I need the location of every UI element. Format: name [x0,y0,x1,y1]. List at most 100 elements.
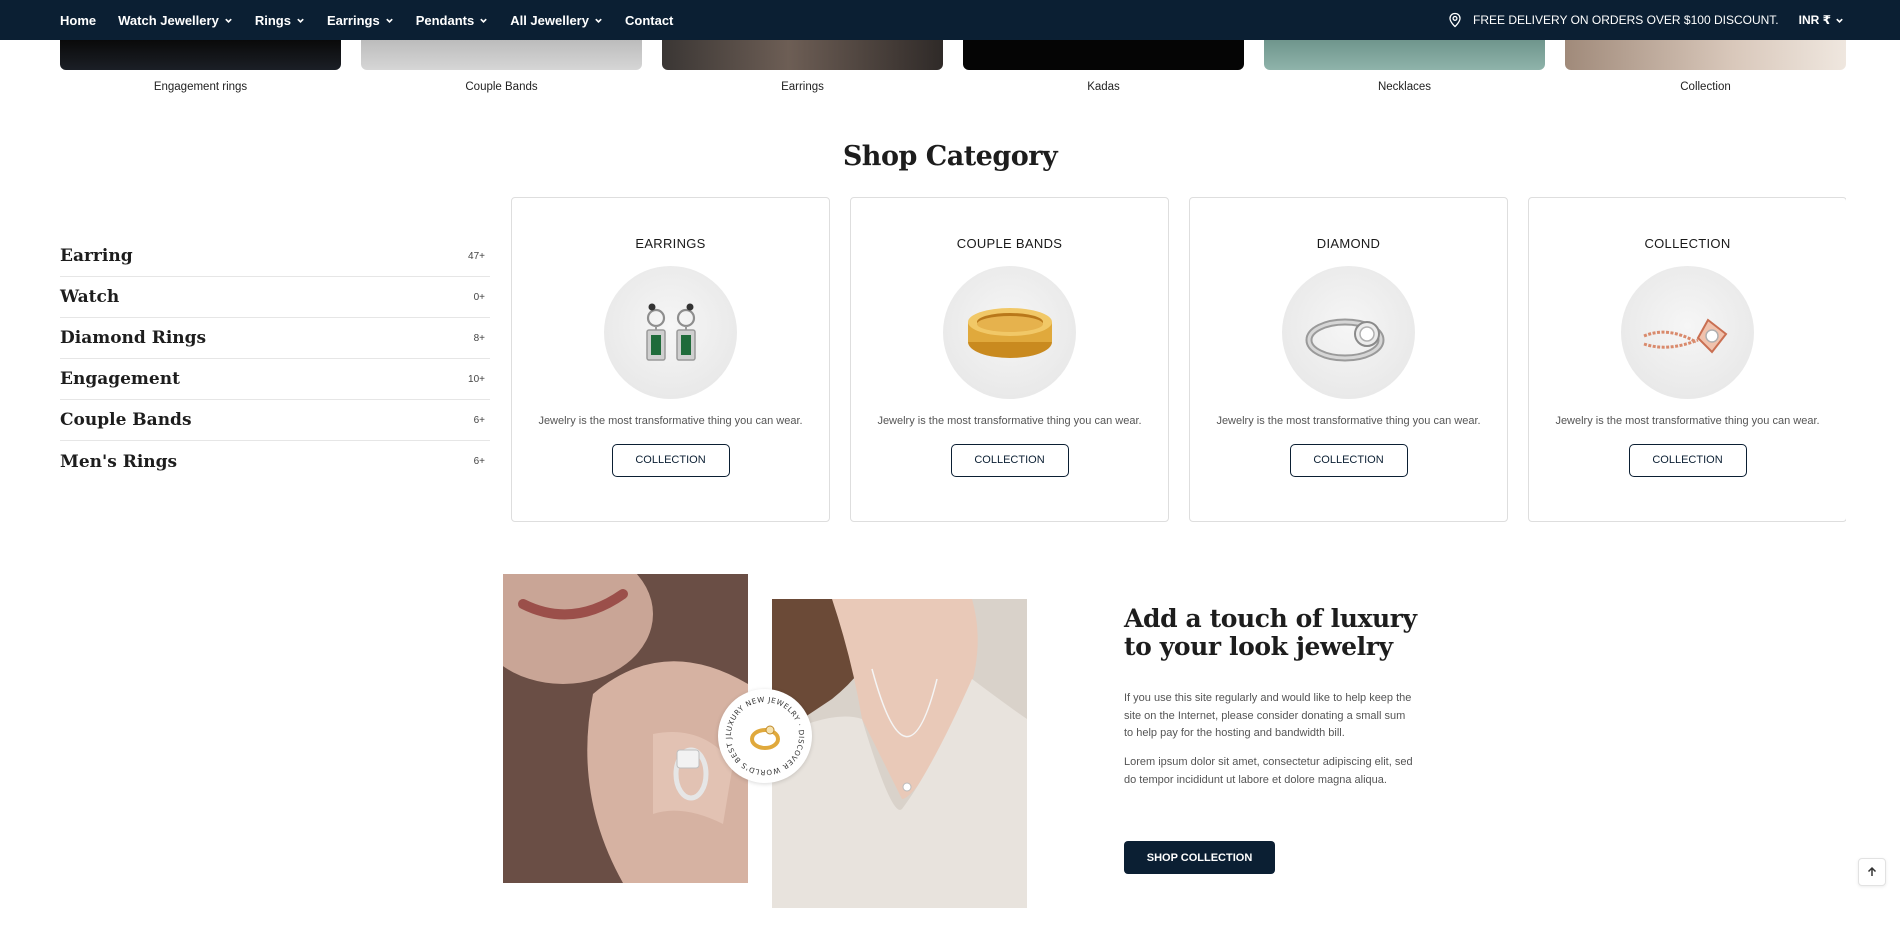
luxury-heading: Add a touch of luxury to your look jewel… [1124,605,1444,661]
category-name: Watch [60,287,120,307]
nav-rings-label: Rings [254,12,291,28]
chevron-down-icon [296,16,305,25]
gold-band-icon [943,266,1076,399]
chevron-down-icon [1835,16,1844,25]
category-tile-kadas[interactable]: Kadas [963,40,1244,93]
category-tile-necklaces[interactable]: Necklaces [1264,40,1545,93]
category-list-item-couple-bands[interactable]: Couple Bands 6+ [60,400,490,441]
nav-all-jewellery-label: All Jewellery [510,12,589,28]
nav-home[interactable]: Home [60,13,96,28]
category-image [662,40,943,70]
topbar-right: FREE DELIVERY ON ORDERS OVER $100 DISCOU… [1447,0,1844,40]
card-title: COUPLE BANDS [956,236,1063,251]
nav-earrings[interactable]: Earrings [327,13,394,28]
scroll-to-top-button[interactable] [1858,858,1886,886]
rose-gold-pendant-icon [1621,266,1754,399]
category-count: 0+ [473,291,485,303]
top-category-strip: Engagement rings Couple Bands Earrings K… [60,40,1846,93]
nav-watch-jewellery-label: Watch Jewellery [118,12,219,28]
collection-button[interactable]: COLLECTION [950,444,1069,477]
category-count: 47+ [468,250,485,262]
collection-button[interactable]: COLLECTION [1289,444,1408,477]
gold-ring-icon [750,725,780,750]
main-nav: Home Watch Jewellery Rings Earrings Pend… [60,0,673,40]
nav-rings[interactable]: Rings [255,13,305,28]
luxury-heading-line2: to your look jewelry [1124,632,1393,661]
category-label: Kadas [1087,81,1120,93]
category-label: Collection [1680,81,1731,93]
category-name: Earring [60,246,133,266]
card-title: DIAMOND [1316,236,1381,251]
category-list: Earring 47+ Watch 0+ Diamond Rings 8+ En… [60,236,490,482]
category-image [963,40,1244,70]
chevron-down-icon [479,16,488,25]
category-name: Engagement [60,369,180,389]
luxury-paragraph-1: If you use this site regularly and would… [1124,692,1412,739]
category-name: Men's Rings [60,451,178,472]
category-count: 6+ [473,414,485,426]
card-description: Jewelry is the most transformative thing… [1555,415,1820,427]
chevron-down-icon [594,16,603,25]
currency-selector[interactable]: INR ₹ [1799,13,1844,27]
category-image [60,40,341,70]
nav-contact-label: Contact [624,12,674,28]
category-count: 8+ [473,332,485,344]
earrings-icon [604,266,737,399]
category-name: Diamond Rings [60,328,207,348]
category-card-couple-bands: COUPLE BANDS Jewelry is the most transfo… [850,197,1169,522]
badge-text: LUXURY NEW JEWELRY · DISCOVER WORLD'S BE… [714,682,805,777]
nav-all-jewellery[interactable]: All Jewellery [510,13,603,28]
category-label: Earrings [781,81,824,93]
card-description: Jewelry is the most transformative thing… [538,415,803,427]
category-list-item-diamond-rings[interactable]: Diamond Rings 8+ [60,318,490,359]
top-navigation-bar: Home Watch Jewellery Rings Earrings Pend… [0,0,1900,40]
shop-category-title: Shop Category [842,141,1058,172]
category-label: Engagement rings [153,81,248,93]
category-list-item-engagement[interactable]: Engagement 10+ [60,359,490,400]
collection-button[interactable]: COLLECTION [1628,444,1747,477]
nav-home-label: Home [60,12,97,28]
location-pin-icon [1447,12,1463,28]
luxury-heading-line1: Add a touch of luxury [1124,604,1417,633]
nav-earrings-label: Earrings [326,12,380,28]
category-count: 6+ [473,456,485,467]
category-list-item-earring[interactable]: Earring 47+ [60,236,490,277]
chevron-down-icon [385,16,394,25]
category-count: 10+ [468,373,485,385]
category-list-item-watch[interactable]: Watch 0+ [60,277,490,318]
category-card-earrings: EARRINGS Jewelry is the most transformat… [511,197,830,522]
hand-with-ring-photo [503,574,748,883]
category-cards-carousel: EARRINGS Jewelry is the most transformat… [511,197,1846,522]
category-card-diamond: DIAMOND Jewelry is the most transformati… [1189,197,1508,522]
nav-watch-jewellery[interactable]: Watch Jewellery [118,13,233,28]
nav-pendants-label: Pendants [415,12,475,28]
category-tile-engagement-rings[interactable]: Engagement rings [60,40,341,93]
category-tile-earrings[interactable]: Earrings [662,40,943,93]
card-title: EARRINGS [635,236,706,251]
svg-text:LUXURY NEW JEWELRY · DISCOVER: LUXURY NEW JEWELRY · DISCOVER WORLD'S BE… [718,689,806,777]
luxury-paragraph-2: Lorem ipsum dolor sit amet, consectetur … [1124,756,1413,786]
nav-pendants[interactable]: Pendants [416,13,489,28]
chevron-down-icon [224,16,233,25]
category-label: Couple Bands [465,81,538,93]
collection-button[interactable]: COLLECTION [611,444,730,477]
card-description: Jewelry is the most transformative thing… [877,415,1142,427]
free-delivery-text: FREE DELIVERY ON ORDERS OVER $100 DISCOU… [1472,13,1779,27]
category-image [1264,40,1545,70]
currency-label: INR ₹ [1798,13,1831,27]
diamond-ring-icon [1282,266,1415,399]
category-tile-collection[interactable]: Collection [1565,40,1846,93]
card-title: COLLECTION [1644,236,1731,251]
category-name: Couple Bands [60,410,192,430]
arrow-up-icon [1867,866,1877,876]
category-label: Necklaces [1377,81,1432,93]
category-image [1565,40,1846,70]
category-card-collection: COLLECTION Jewelry is the most transform… [1528,197,1846,522]
rotating-badge: LUXURY NEW JEWELRY · DISCOVER WORLD'S BE… [714,682,812,783]
category-image [361,40,642,70]
category-tile-couple-bands[interactable]: Couple Bands [361,40,642,93]
nav-contact[interactable]: Contact [625,13,673,28]
category-list-item-mens-rings[interactable]: Men's Rings 6+ [60,441,490,482]
card-description: Jewelry is the most transformative thing… [1216,415,1481,427]
shop-collection-button[interactable]: SHOP COLLECTION [1124,841,1275,874]
